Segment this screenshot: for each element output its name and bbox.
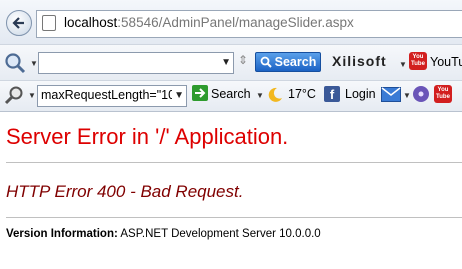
- error-title: Server Error in '/' Application.: [6, 124, 289, 149]
- page-icon: [42, 15, 56, 31]
- url-host: localhost: [64, 15, 118, 30]
- xilisoft-label: Xilisoft: [332, 53, 387, 69]
- music-disc-icon[interactable]: [412, 85, 430, 103]
- version-value: ASP.NET Development Server 10.0.0.0: [117, 228, 321, 240]
- select-arrow-icon[interactable]: ▼: [172, 90, 184, 101]
- mail-icon[interactable]: [381, 87, 401, 102]
- url-path: :58546/AdminPanel/manageSlider.aspx: [117, 15, 354, 30]
- divider-bottom: [6, 217, 462, 218]
- engine-dropdown-icon[interactable]: ▼: [30, 59, 38, 68]
- addon-search-label[interactable]: Search: [211, 87, 251, 101]
- brand-dropdown-icon[interactable]: ▼: [399, 60, 407, 69]
- toolbar-search-input[interactable]: ▼: [38, 52, 234, 74]
- error-subtitle: HTTP Error 400 - Bad Request.: [6, 182, 244, 201]
- youtube-small-top: You: [437, 87, 449, 93]
- history-select-value: maxRequestLength="10: [41, 88, 176, 102]
- youtube-small-icon[interactable]: You Tube: [434, 85, 452, 103]
- browser-chrome: localhost:58546/AdminPanel/manageSlider.…: [0, 0, 462, 112]
- input-dropdown-icon[interactable]: ▼: [221, 57, 231, 68]
- addon-dropdown-icon[interactable]: ▼: [28, 91, 36, 100]
- mail-dropdown-icon[interactable]: ▼: [403, 91, 411, 100]
- weather-moon-icon: [268, 87, 282, 102]
- search-key-icon[interactable]: [4, 85, 26, 105]
- version-info: Version Information: ASP.NET Development…: [6, 228, 321, 240]
- resize-handle-icon[interactable]: ⇕: [238, 53, 248, 67]
- toolbar-search-button[interactable]: Search: [255, 52, 321, 72]
- addon-toolbar: ▼ maxRequestLength="10 ▼ Search ▼ 17°C f…: [0, 80, 462, 112]
- search-button-icon: [260, 56, 272, 68]
- youtube-small-bottom: Tube: [436, 94, 450, 100]
- search-dropdown-icon[interactable]: ▼: [256, 91, 264, 100]
- search-go-icon[interactable]: [192, 85, 208, 101]
- youtube-logo-top: You: [412, 54, 424, 60]
- youtube-logo-icon: You Tube: [409, 52, 427, 70]
- back-button[interactable]: [6, 10, 32, 36]
- toolbar-search-label: Search: [274, 55, 317, 69]
- divider-top: [6, 162, 462, 163]
- history-select[interactable]: maxRequestLength="10 ▼: [37, 85, 187, 107]
- facebook-icon: f: [324, 86, 340, 102]
- facebook-login-link[interactable]: Login: [345, 87, 376, 101]
- search-toolbar: ▼ ▼ ⇕ Search Xilisoft ▼ You Tube YouTu: [0, 44, 462, 81]
- weather-temp[interactable]: 17°C: [288, 87, 316, 101]
- back-arrow-icon: [12, 17, 24, 29]
- magnifier-icon[interactable]: [4, 52, 30, 74]
- youtube-logo-bottom: Tube: [411, 61, 425, 67]
- version-label: Version Information:: [6, 228, 118, 240]
- youtube-link[interactable]: YouTu: [430, 55, 462, 69]
- xilisoft-brand[interactable]: Xilisoft: [332, 53, 387, 69]
- url-text[interactable]: localhost:58546/AdminPanel/manageSlider.…: [64, 15, 354, 30]
- address-bar-row: localhost:58546/AdminPanel/manageSlider.…: [0, 0, 462, 44]
